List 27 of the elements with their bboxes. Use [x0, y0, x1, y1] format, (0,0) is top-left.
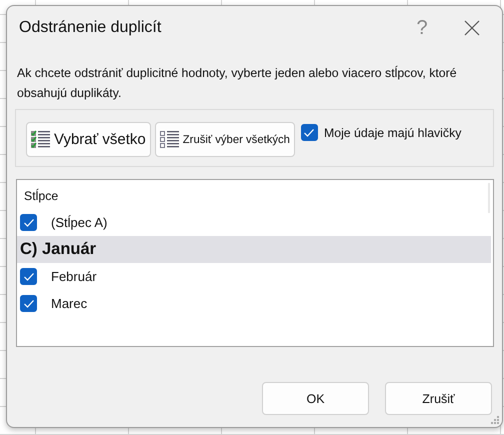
column-checkbox[interactable]: [20, 295, 37, 312]
headers-checkbox[interactable]: [300, 124, 318, 141]
column-item[interactable]: Marec: [17, 290, 491, 317]
column-item[interactable]: C) Január: [17, 236, 491, 263]
instruction-text: Ak chcete odstrániť duplicitné hodnoty, vyberte jeden alebo viacero stĺpcov, ktoré obsahujú duplikáty.: [17, 64, 458, 102]
dialog-button[interactable]: OK: [262, 382, 369, 415]
checkmark-icon: [303, 128, 316, 138]
unselect-all-button[interactable]: Zrušiť výber všetkých: [154, 122, 295, 157]
close-icon: [464, 20, 480, 36]
resize-grip-icon[interactable]: [490, 415, 500, 425]
headers-label: Moje údaje majú hlavičky: [324, 126, 462, 140]
checkmark-icon: [22, 218, 34, 228]
select-all-button[interactable]: Vybrať všetko: [26, 122, 151, 157]
list-heading: Stĺpce: [24, 189, 58, 205]
list-icon: [160, 128, 180, 150]
checklist-icon: [31, 128, 51, 150]
column-item[interactable]: Február: [17, 263, 491, 290]
column-item[interactable]: (Stĺpec A): [17, 209, 491, 236]
column-label: Marec: [50, 296, 88, 311]
checkmark-icon: [22, 298, 34, 308]
column-checkbox[interactable]: [20, 268, 37, 285]
window-title: Odstránenie duplicít: [19, 19, 162, 37]
column-label: (Stĺpec A): [50, 215, 108, 230]
column-checkbox[interactable]: [20, 214, 37, 231]
checkmark-icon: [22, 272, 34, 282]
dialog-button[interactable]: Zrušiť: [385, 382, 492, 415]
column-label: Február: [50, 269, 97, 284]
